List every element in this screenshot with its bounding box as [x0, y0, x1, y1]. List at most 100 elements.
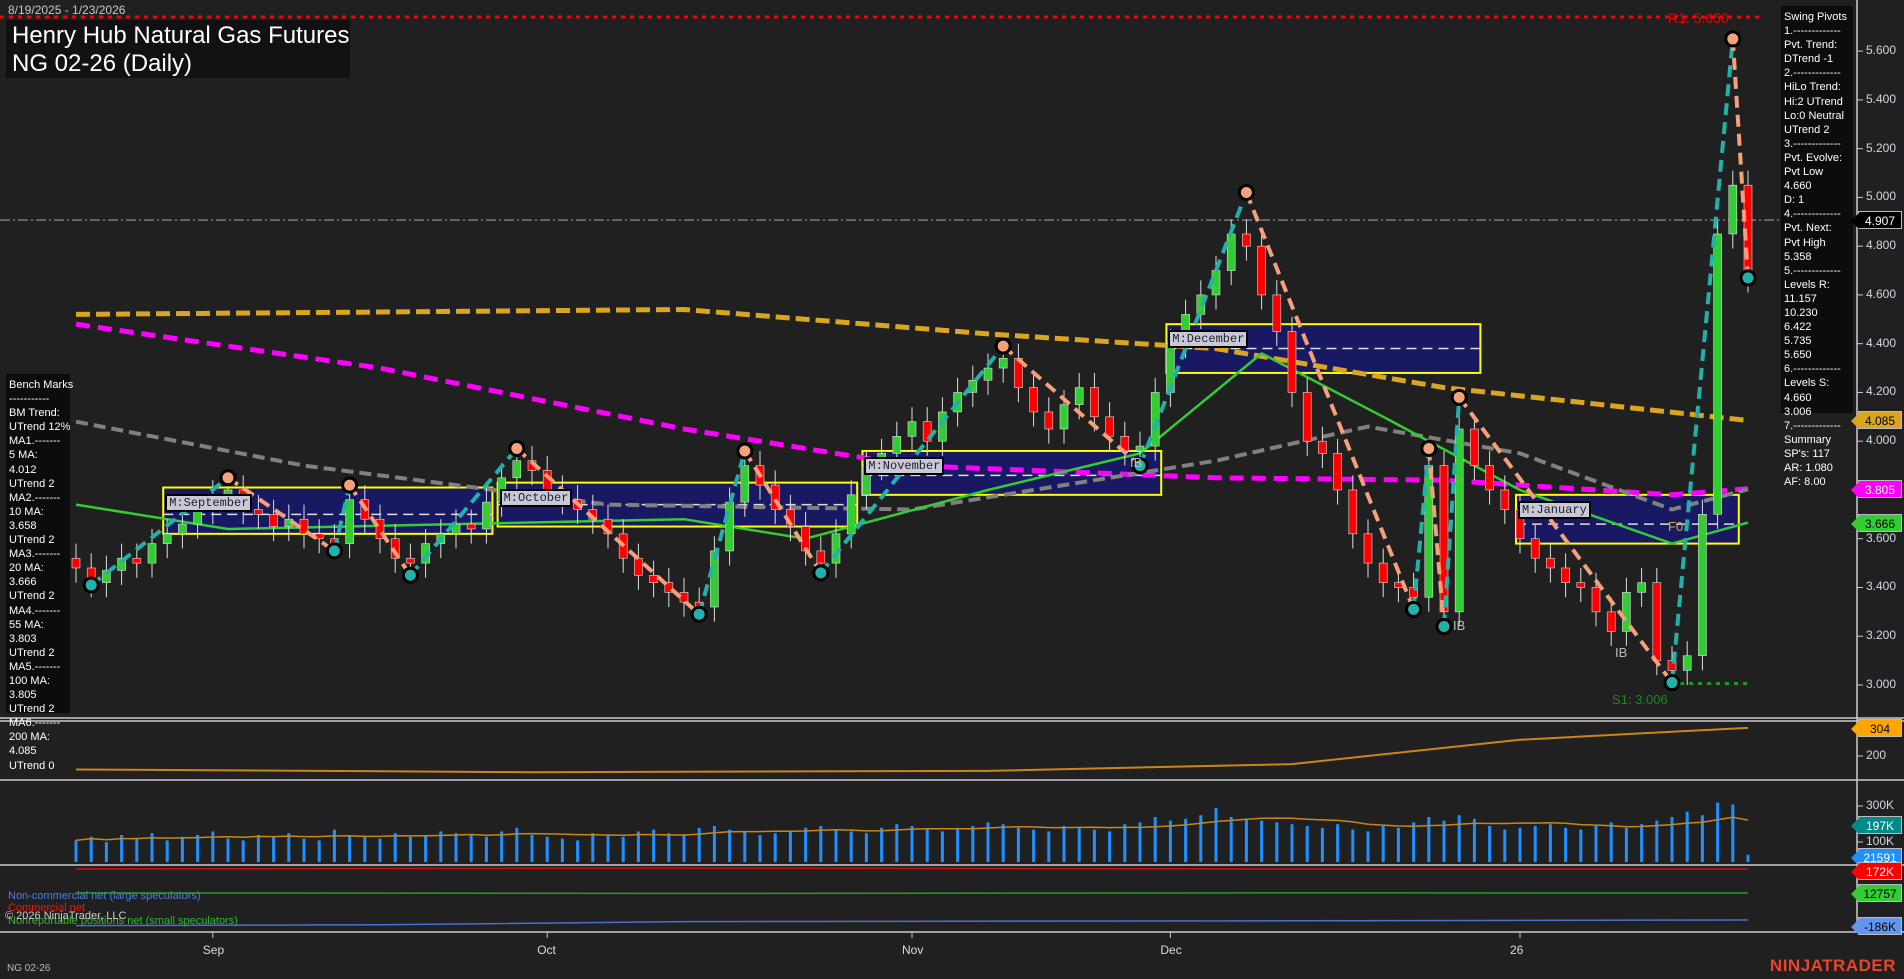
volume-bar: [180, 836, 184, 862]
volume-bar: [834, 829, 838, 862]
candle-body: [132, 557, 142, 564]
swing-pivots-line: 10.230: [1784, 306, 1818, 319]
swing-pivots-line: Pvt. Evolve:: [1784, 151, 1843, 164]
price-chart[interactable]: [0, 0, 1904, 979]
copyright: © 2026 NinjaTrader, LLC: [5, 910, 127, 922]
candle-body: [1713, 233, 1722, 515]
volume-bar: [104, 842, 108, 862]
month-box-label: M:December: [1168, 330, 1249, 349]
pivot-low-marker: [82, 576, 100, 594]
candle-body: [1272, 294, 1282, 332]
pivot-low-marker: [401, 566, 419, 584]
candle-body: [1105, 416, 1114, 437]
pivot-low-marker: [1435, 617, 1453, 635]
volume-bar: [1548, 824, 1552, 862]
swing-pivots-line: Hi:2 UTrend: [1784, 95, 1843, 108]
candle-body: [193, 509, 202, 525]
month-box-label: M:January: [1518, 500, 1591, 519]
candle-body: [1363, 533, 1373, 564]
candle-body: [846, 494, 856, 535]
candle-body: [1348, 489, 1358, 535]
noncommercial-net-line: [75, 919, 1749, 927]
candle-body: [466, 523, 476, 530]
candle-body: [907, 421, 917, 437]
ninjatrader-logo: NINJATRADER: [1769, 956, 1896, 975]
volume-bar: [1655, 820, 1659, 862]
swing-pivots-line: AF: 8.00: [1784, 476, 1826, 489]
swing-pivots-line: Pvt High: [1784, 236, 1826, 249]
volume-bar: [1214, 808, 1218, 862]
volume-bar: [424, 835, 428, 862]
volume-bar: [226, 838, 230, 862]
swing-pivots-line: Pvt. Next:: [1784, 222, 1832, 235]
swing-pivot-leg: [515, 447, 701, 616]
price-tick-label: 5.400: [1866, 91, 1897, 106]
bench-marks-line: 4.085: [9, 745, 37, 758]
swing-pivots-line: Pvt Low: [1784, 166, 1824, 179]
bench-marks-line: 20 MA:: [9, 562, 44, 575]
ib-annotation: IB: [1130, 455, 1143, 470]
volume-bar: [925, 829, 929, 862]
volume-bar: [1381, 826, 1385, 862]
candle-body: [1302, 392, 1312, 442]
ib-annotation: IB: [1615, 645, 1628, 660]
candle-body: [482, 501, 491, 530]
candle-body: [1576, 582, 1586, 588]
x-axis-label: Nov: [902, 943, 924, 957]
volume-bar: [1168, 820, 1172, 862]
volume-bar: [515, 827, 519, 862]
volume-bar: [1320, 827, 1324, 862]
volume-bar: [1412, 822, 1416, 862]
price-tick-label: 3.400: [1866, 579, 1897, 594]
volume-bar: [1047, 831, 1051, 862]
candle-body: [1470, 428, 1479, 466]
swing-pivot-leg: [1001, 344, 1142, 468]
chart-title: Henry Hub Natural Gas Futures: [12, 22, 350, 49]
bench-marks-line: MA2.-------: [9, 491, 61, 504]
volume-bar: [241, 840, 245, 862]
bench-marks-line: 3.666: [9, 576, 37, 589]
candle-body: [1682, 655, 1692, 671]
candle-body: [816, 550, 826, 564]
volume-bar: [1153, 817, 1157, 862]
candle-body: [1728, 184, 1738, 235]
bench-marks-line: 200 MA:: [9, 731, 50, 744]
volume-bar: [363, 836, 367, 862]
volume-bar: [697, 827, 701, 862]
volume-bar: [1472, 818, 1476, 862]
swing-pivots-line: HiLo Trend:: [1784, 81, 1841, 94]
volume-bar: [408, 836, 412, 862]
volume-bar: [272, 836, 276, 862]
volume-bar: [1716, 802, 1720, 862]
volume-bar: [819, 826, 823, 862]
month-box-label: M:November: [864, 456, 945, 475]
bench-marks-line: MA5.-------: [9, 660, 61, 673]
pivot-high-marker: [341, 476, 359, 494]
volume-bar: [1503, 829, 1507, 862]
swing-pivots-line: 4.660: [1784, 180, 1812, 193]
swing-pivot-leg: [697, 450, 747, 615]
candle-body: [649, 574, 658, 583]
nonreportable-net-line: [75, 892, 1749, 895]
volume-bar: [1351, 829, 1355, 862]
volume-bar: [74, 840, 78, 862]
volume-bar: [89, 836, 93, 862]
swing-pivots-line: 5.358: [1784, 250, 1812, 263]
candle-body: [1242, 233, 1251, 247]
r1-label: R1: 5.650: [1668, 10, 1729, 26]
bench-marks-line: UTrend 0: [9, 759, 55, 772]
candle-body: [269, 514, 278, 527]
candle-body: [892, 436, 902, 454]
volume-bar: [758, 835, 762, 862]
bench-marks-line: 100 MA:: [9, 674, 50, 687]
commercial-net-line: [75, 867, 1748, 870]
volume-bar: [1731, 804, 1735, 862]
volume-bar: [591, 833, 595, 862]
candle-body: [71, 557, 81, 569]
swing-pivots-line: 11.157: [1784, 292, 1817, 305]
candle-body: [1287, 331, 1297, 393]
bench-marks-line: UTrend 2: [9, 590, 55, 603]
bench-marks-line: 3.805: [9, 689, 37, 702]
candle-body: [1378, 562, 1388, 583]
volume-bar: [317, 840, 321, 862]
